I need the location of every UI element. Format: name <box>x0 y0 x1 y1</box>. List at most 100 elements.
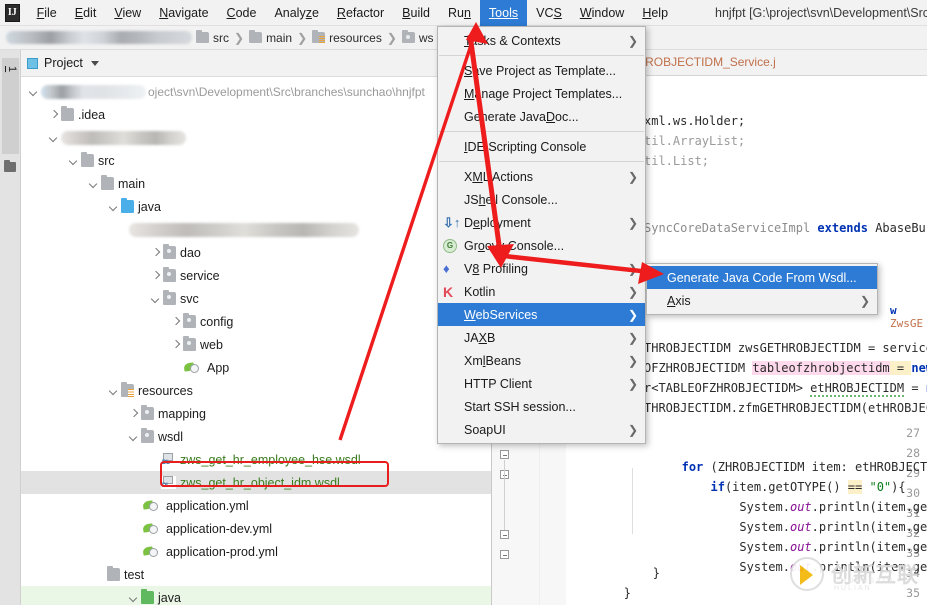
menu-navigate[interactable]: Navigate <box>150 0 217 26</box>
expand-arrow-icon[interactable] <box>87 178 99 190</box>
project-panel-header: Project <box>21 50 491 77</box>
expand-arrow-icon[interactable] <box>107 201 119 213</box>
tree-label: java <box>138 200 161 214</box>
tree-row-application-yml[interactable]: application.yml <box>21 494 491 517</box>
menu-item-tasks-contexts[interactable]: Tasks & Contexts ❯ <box>438 29 645 52</box>
menu-item-xml-actions[interactable]: XML Actions ❯ <box>438 165 645 188</box>
expand-arrow-icon[interactable] <box>149 247 161 259</box>
menu-item-axis[interactable]: Axis ❯ <box>647 289 877 312</box>
menu-help[interactable]: Help <box>633 0 677 26</box>
tree-row-resources[interactable]: resources <box>21 379 491 402</box>
menu-item-label: Generate Java Code From Wsdl... <box>667 271 857 285</box>
tree-row-main[interactable]: main <box>21 172 491 195</box>
menu-item-deployment[interactable]: ⇩↑ Deployment ❯ <box>438 211 645 234</box>
tree-row-application-prod-yml[interactable]: application-prod.yml <box>21 540 491 563</box>
tree-row-src[interactable]: src <box>21 149 491 172</box>
project-tree[interactable]: oject\svn\Development\Src\branches\sunch… <box>21 77 491 605</box>
menu-item-start-ssh-session[interactable]: Start SSH session... <box>438 395 645 418</box>
fold-marker-icon[interactable] <box>500 550 509 559</box>
menu-item-jaxb[interactable]: JAXB ❯ <box>438 326 645 349</box>
fold-marker-icon[interactable] <box>500 450 509 459</box>
tree-row-java-main[interactable]: java <box>21 195 491 218</box>
expand-arrow-icon[interactable] <box>127 592 139 604</box>
code-line-service-call: THROBJECTIDM zwsGETHROBJECTIDM = service <box>644 341 927 355</box>
tree-row-zws-get-hr-object-idm-wsdl[interactable]: DL zws_get_hr_object_idm.wsdl <box>21 471 491 494</box>
line-number-gutter <box>492 421 540 605</box>
expand-arrow-icon[interactable] <box>47 109 59 121</box>
expand-arrow-icon[interactable] <box>149 270 161 282</box>
expand-arrow-icon[interactable] <box>107 385 119 397</box>
expand-arrow-icon[interactable] <box>127 431 139 443</box>
redacted-module-name <box>61 131 186 145</box>
tree-row-wsdl[interactable]: wsdl <box>21 425 491 448</box>
expand-arrow-icon[interactable] <box>169 339 181 351</box>
menu-tools[interactable]: Tools <box>480 0 527 26</box>
tree-row-mapping[interactable]: mapping <box>21 402 491 425</box>
tree-row-web[interactable]: web <box>21 333 491 356</box>
tree-row-test[interactable]: test <box>21 563 491 586</box>
tree-label: resources <box>138 384 193 398</box>
tools-dropdown-menu[interactable]: Tasks & Contexts ❯ Save Project as Templ… <box>437 26 646 444</box>
tree-row-idea[interactable]: .idea <box>21 103 491 126</box>
menu-file[interactable]: File <box>28 0 66 26</box>
menu-code[interactable]: Code <box>218 0 266 26</box>
breadcrumb-item-main[interactable]: main <box>249 31 292 45</box>
tree-row-project-root[interactable]: oject\svn\Development\Src\branches\sunch… <box>21 80 491 103</box>
tree-row-service[interactable]: service <box>21 264 491 287</box>
fold-marker-icon[interactable] <box>500 530 509 539</box>
chevron-down-icon[interactable] <box>91 61 99 66</box>
expand-arrow-icon[interactable] <box>149 293 161 305</box>
menu-item-http-client[interactable]: HTTP Client ❯ <box>438 372 645 395</box>
menu-edit[interactable]: Edit <box>66 0 106 26</box>
menu-vcs[interactable]: VCS <box>527 0 571 26</box>
tree-row-application-dev-yml[interactable]: application-dev.yml <box>21 517 491 540</box>
expand-arrow-icon[interactable] <box>67 155 79 167</box>
tree-label: src <box>98 154 115 168</box>
menu-item-generate-java-code-from-wsdl[interactable]: Generate Java Code From Wsdl... <box>647 266 877 289</box>
watermark: 创新互联 CHUANGXIN HULIAN <box>790 557 919 591</box>
breadcrumb-redacted-project[interactable] <box>6 31 192 44</box>
tree-row-config[interactable]: config <box>21 310 491 333</box>
tree-row-zws-get-hr-employee-hse-wsdl[interactable]: DL zws_get_hr_employee_hse.wsdl <box>21 448 491 471</box>
expand-arrow-icon[interactable] <box>127 408 139 420</box>
tree-row-dao[interactable]: dao <box>21 241 491 264</box>
tree-row-svc[interactable]: svc <box>21 287 491 310</box>
tool-window-button-project[interactable]: 1: Project <box>2 58 19 154</box>
webservices-submenu[interactable]: Generate Java Code From Wsdl... Axis ❯ <box>646 263 878 315</box>
expand-arrow-icon[interactable] <box>169 316 181 328</box>
menu-item-save-project-as-template[interactable]: Save Project as Template... <box>438 59 645 82</box>
code-folding-gutter[interactable] <box>540 421 566 605</box>
breadcrumb-item-src[interactable]: src <box>196 31 229 45</box>
expand-arrow-icon[interactable] <box>47 132 59 144</box>
breadcrumb-separator-icon: ❯ <box>297 31 307 45</box>
submenu-arrow-icon: ❯ <box>628 331 638 345</box>
menu-analyze[interactable]: Analyze <box>265 0 327 26</box>
menu-run[interactable]: Run <box>439 0 480 26</box>
menu-refactor[interactable]: Refactor <box>328 0 393 26</box>
menu-item-jshell-console[interactable]: JShell Console... <box>438 188 645 211</box>
menu-item-webservices[interactable]: WebServices ❯ <box>438 303 645 326</box>
menu-window[interactable]: Window <box>571 0 633 26</box>
tree-row-app[interactable]: App <box>21 356 491 379</box>
breadcrumb-item-wsdl[interactable]: ws <box>402 31 434 45</box>
menu-item-manage-project-templates[interactable]: Manage Project Templates... <box>438 82 645 105</box>
submenu-arrow-icon: ❯ <box>628 170 638 184</box>
tree-row-redacted-package[interactable] <box>21 218 491 241</box>
resources-folder-icon <box>121 384 134 397</box>
menu-item-kotlin[interactable]: K Kotlin ❯ <box>438 280 645 303</box>
menu-item-generate-javadoc[interactable]: Generate JavaDoc... <box>438 105 645 128</box>
tree-row-java-test[interactable]: java <box>21 586 491 605</box>
menu-item-v8-profiling[interactable]: ♦ V8 Profiling ❯ <box>438 257 645 280</box>
tree-row-redacted-module[interactable] <box>21 126 491 149</box>
menu-item-groovy-console[interactable]: G Groovy Console... <box>438 234 645 257</box>
menu-item-ide-scripting-console[interactable]: IDE Scripting Console <box>438 135 645 158</box>
structure-icon[interactable] <box>4 162 16 172</box>
breadcrumb-item-resources[interactable]: resources <box>312 31 382 45</box>
submenu-arrow-icon: ❯ <box>628 423 638 437</box>
menu-view[interactable]: View <box>105 0 150 26</box>
menu-item-xmlbeans[interactable]: XmlBeans ❯ <box>438 349 645 372</box>
menu-build[interactable]: Build <box>393 0 439 26</box>
menu-item-soapui[interactable]: SoapUI ❯ <box>438 418 645 441</box>
expand-arrow-icon[interactable] <box>27 86 39 98</box>
folder-icon <box>402 32 415 43</box>
